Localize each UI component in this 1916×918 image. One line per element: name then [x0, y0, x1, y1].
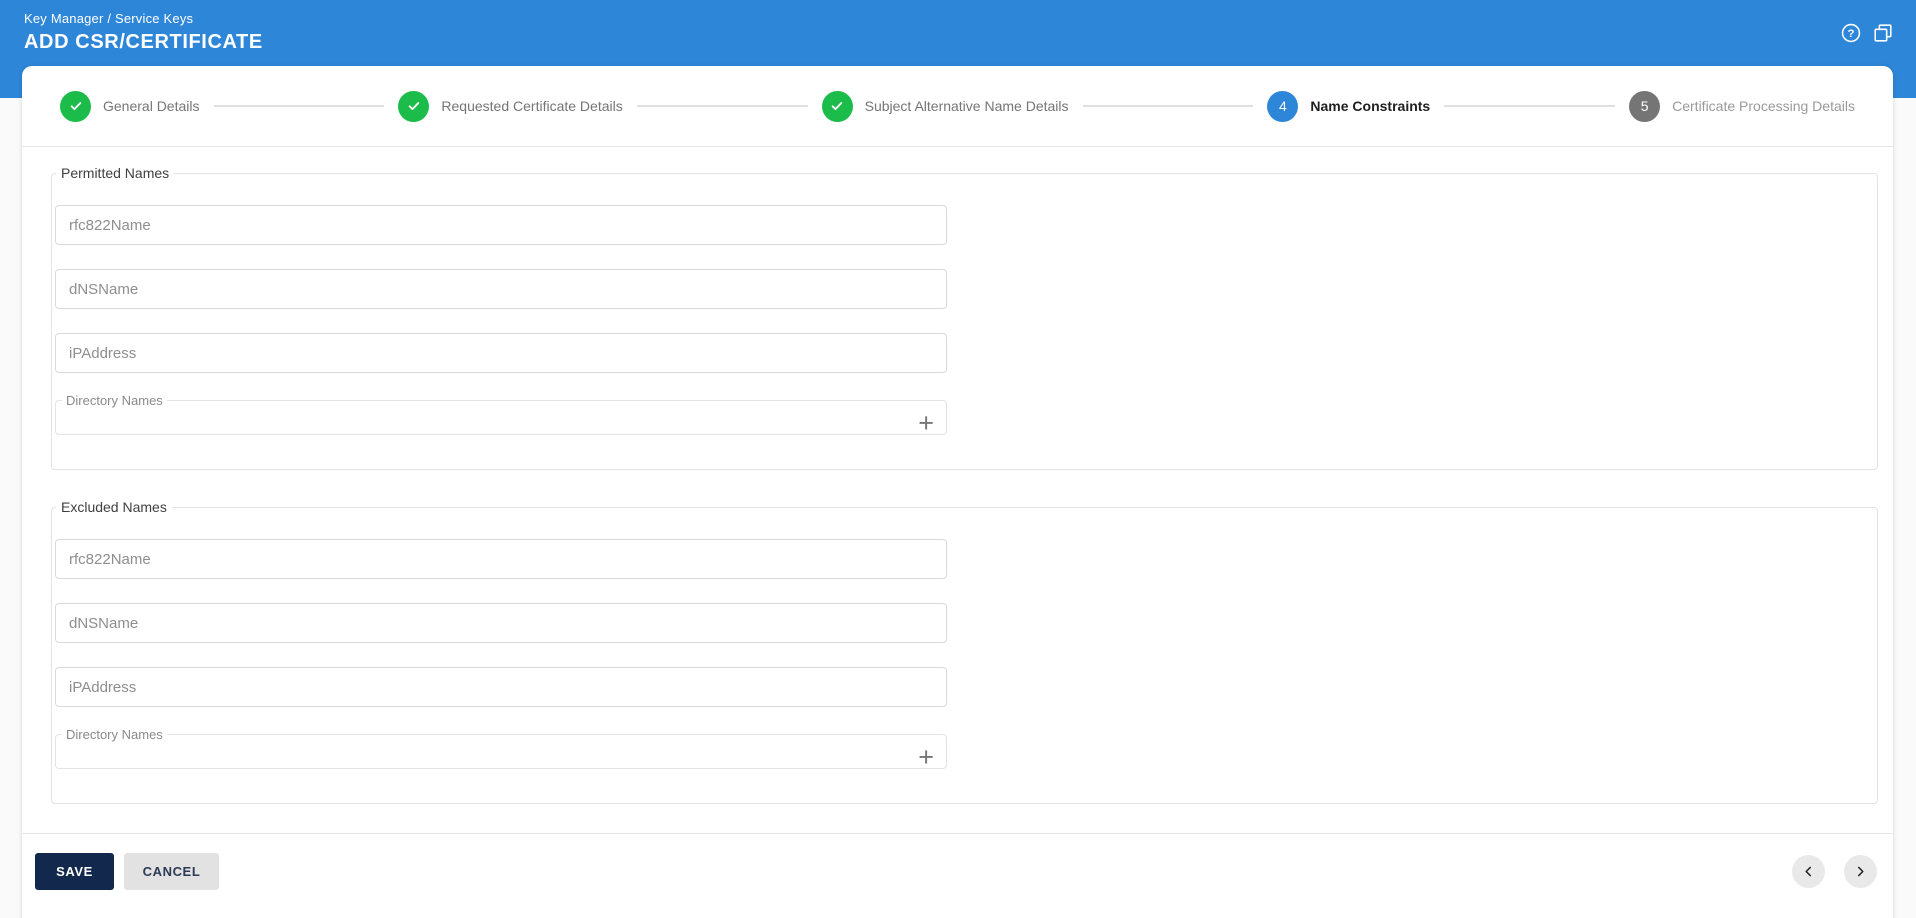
- help-icon[interactable]: ?: [1840, 22, 1862, 44]
- permitted-names-section: Permitted Names Directory Names +: [51, 165, 1878, 470]
- add-directory-name-button[interactable]: +: [918, 744, 934, 771]
- step-certificate-processing-details[interactable]: 5 Certificate Processing Details: [1629, 90, 1855, 122]
- excluded-dnsname-input[interactable]: [55, 603, 947, 643]
- excluded-ipaddress-input[interactable]: [55, 667, 947, 707]
- step-connector: [1444, 105, 1616, 107]
- page-title: ADD CSR/CERTIFICATE: [24, 31, 263, 53]
- svg-text:?: ?: [1848, 28, 1855, 40]
- permitted-names-legend: Permitted Names: [61, 165, 170, 181]
- step-navigation: [1792, 855, 1877, 888]
- breadcrumb[interactable]: Key Manager / Service Keys: [24, 11, 263, 26]
- step-subject-alternative-name-details[interactable]: Subject Alternative Name Details: [821, 90, 1069, 122]
- wizard-card: General Details Requested Certificate De…: [22, 66, 1893, 918]
- step-complete-check-icon: [821, 90, 853, 122]
- step-label: Certificate Processing Details: [1672, 98, 1855, 114]
- excluded-directory-names-group: Directory Names +: [55, 727, 947, 771]
- permitted-dnsname-input[interactable]: [55, 269, 947, 309]
- step-name-constraints[interactable]: 4 Name Constraints: [1267, 90, 1431, 122]
- previous-step-button[interactable]: [1792, 855, 1825, 888]
- stepper: General Details Requested Certificate De…: [22, 66, 1893, 146]
- excluded-rfc822name-input[interactable]: [55, 539, 947, 579]
- excluded-names-legend: Excluded Names: [61, 499, 167, 515]
- step-label: Subject Alternative Name Details: [864, 98, 1069, 114]
- step-label: General Details: [103, 98, 200, 114]
- save-button[interactable]: SAVE: [35, 853, 114, 890]
- step-connector: [636, 105, 808, 107]
- chevron-right-icon: [1853, 864, 1868, 879]
- step-number-badge: 5: [1629, 90, 1661, 122]
- header-titles: Key Manager / Service Keys ADD CSR/CERTI…: [24, 11, 263, 54]
- next-step-button[interactable]: [1844, 855, 1877, 888]
- cancel-button[interactable]: CANCEL: [124, 853, 219, 890]
- step-label: Requested Certificate Details: [441, 98, 623, 114]
- add-directory-name-button[interactable]: +: [918, 410, 934, 437]
- wizard-footer: SAVE CANCEL: [22, 834, 1893, 896]
- step-complete-check-icon: [398, 90, 430, 122]
- step-connector: [213, 105, 385, 107]
- directory-names-legend: Directory Names: [66, 727, 163, 742]
- permitted-ipaddress-input[interactable]: [55, 333, 947, 373]
- chevron-left-icon: [1801, 864, 1816, 879]
- step-connector: [1082, 105, 1254, 107]
- step-complete-check-icon: [60, 90, 91, 122]
- page: Key Manager / Service Keys ADD CSR/CERTI…: [0, 0, 1916, 918]
- excluded-names-section: Excluded Names Directory Names +: [51, 499, 1878, 804]
- permitted-directory-names-group: Directory Names +: [55, 393, 947, 437]
- name-constraints-form: Permitted Names Directory Names + Exclud…: [22, 147, 1893, 804]
- step-requested-certificate-details[interactable]: Requested Certificate Details: [398, 90, 623, 122]
- step-number-badge: 4: [1267, 90, 1299, 122]
- copy-icon[interactable]: [1872, 22, 1894, 44]
- header-actions: ?: [1840, 22, 1894, 44]
- step-general-details[interactable]: General Details: [60, 90, 200, 122]
- step-label: Name Constraints: [1310, 98, 1431, 114]
- permitted-rfc822name-input[interactable]: [55, 205, 947, 245]
- directory-names-legend: Directory Names: [66, 393, 163, 408]
